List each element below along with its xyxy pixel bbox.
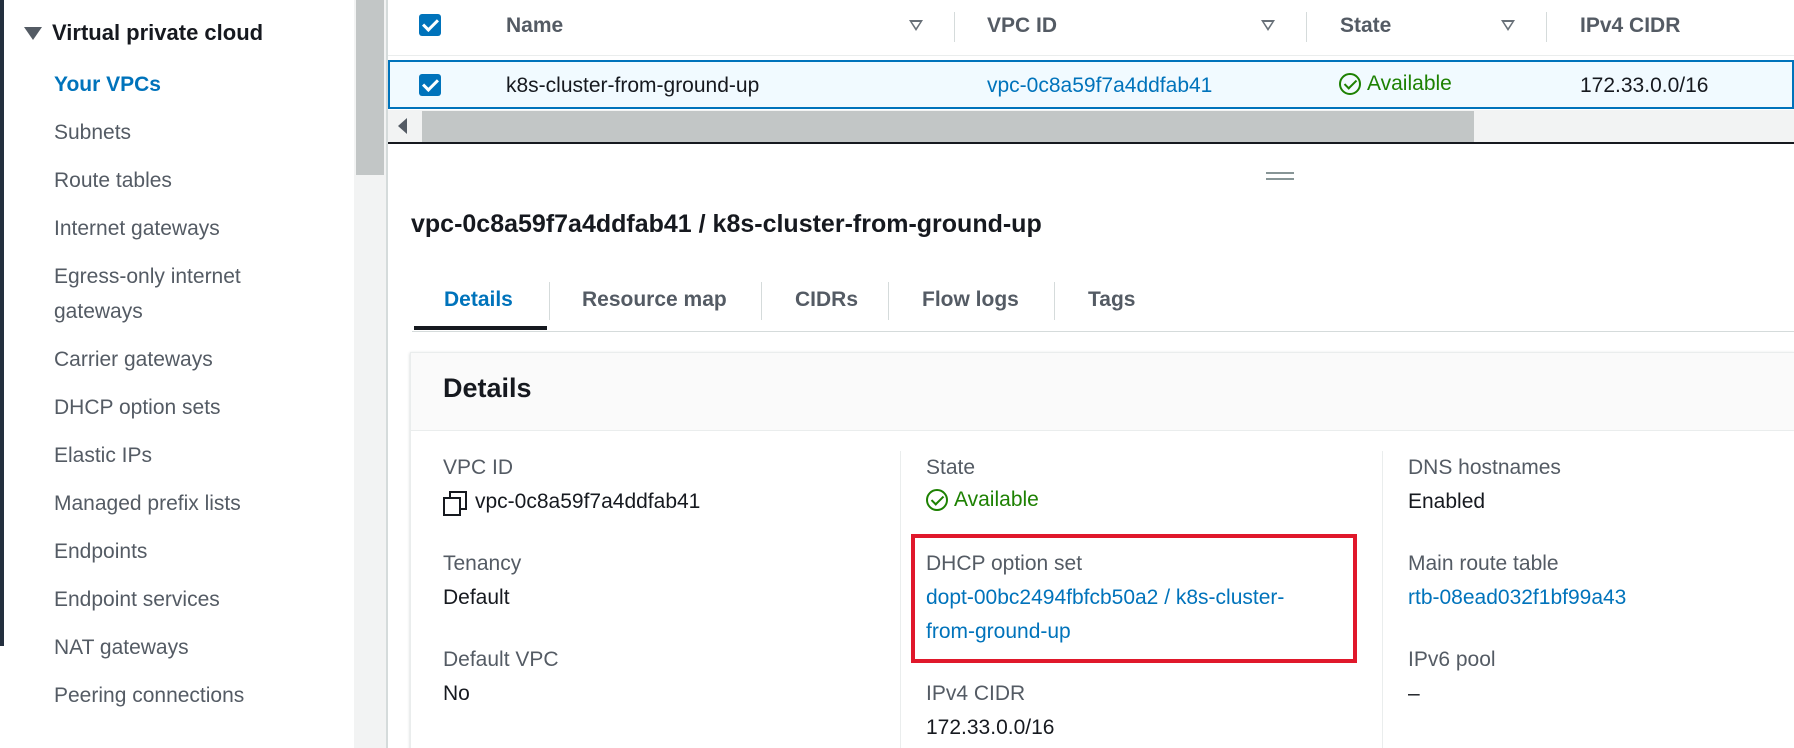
sidebar: Virtual private cloud Your VPCs Subnets …	[4, 0, 354, 748]
sidebar-item-egress-only-internet-gateways[interactable]: Egress-only internet gateways	[54, 259, 294, 329]
sidebar-item-subnets[interactable]: Subnets	[54, 115, 294, 150]
row-state: Available	[1339, 72, 1452, 96]
ipv4-cidr-label: IPv4 CIDR	[926, 682, 1026, 705]
details-panel-title: Details	[443, 373, 532, 403]
caret-down-icon[interactable]	[24, 26, 42, 40]
tab-separator	[549, 282, 550, 320]
row-vpc-id-link[interactable]: vpc-0c8a59f7a4ddfab41	[987, 74, 1212, 98]
tenancy-label: Tenancy	[443, 552, 522, 575]
main-route-table-link[interactable]: rtb-08ead032f1bf99a43	[1408, 586, 1626, 610]
default-vpc-label: Default VPC	[443, 648, 559, 671]
tab-separator	[1054, 282, 1055, 320]
ipv4-cidr-value: 172.33.0.0/16	[926, 716, 1055, 739]
tab-cidrs[interactable]: CIDRs	[795, 288, 858, 312]
sidebar-item-nat-gateways[interactable]: NAT gateways	[54, 630, 294, 665]
table-header: Name VPC ID State IPv4 CIDR	[388, 0, 1794, 56]
sidebar-item-route-tables[interactable]: Route tables	[54, 163, 294, 198]
column-separator[interactable]	[1546, 12, 1547, 42]
sidebar-scrollbar-thumb[interactable]	[356, 0, 384, 175]
ipv6-pool-label: IPv6 pool	[1408, 648, 1496, 671]
table-row[interactable]: k8s-cluster-from-ground-up vpc-0c8a59f7a…	[388, 60, 1794, 109]
tab-separator	[761, 282, 762, 320]
status-available-icon	[926, 489, 948, 511]
column-header-ipv4-cidr[interactable]: IPv4 CIDR	[1580, 14, 1680, 38]
sidebar-item-elastic-ips[interactable]: Elastic IPs	[54, 438, 294, 473]
column-separator[interactable]	[954, 12, 955, 42]
page-title: vpc-0c8a59f7a4ddfab41 / k8s-cluster-from…	[411, 210, 1042, 238]
sidebar-item-peering-connections[interactable]: Peering connections	[54, 678, 294, 713]
select-all-checkbox[interactable]	[419, 14, 441, 36]
table-horizontal-scrollbar[interactable]	[388, 110, 1794, 144]
sidebar-item-your-vpcs[interactable]: Your VPCs	[54, 67, 294, 102]
state-label: State	[926, 456, 976, 479]
column-header-state[interactable]: State	[1340, 14, 1391, 38]
tab-details[interactable]: Details	[444, 288, 513, 312]
main-route-table-label: Main route table	[1408, 552, 1559, 575]
tenancy-value: Default	[443, 586, 510, 609]
state-value: Available	[926, 488, 1039, 512]
vpc-id-text: vpc-0c8a59f7a4ddfab41	[475, 490, 701, 513]
tab-tags[interactable]: Tags	[1088, 288, 1135, 312]
column-divider	[900, 451, 901, 748]
vpc-id-label: VPC ID	[443, 456, 514, 479]
column-divider	[1382, 451, 1383, 748]
sidebar-item-dhcp-option-sets[interactable]: DHCP option sets	[54, 390, 294, 425]
column-separator[interactable]	[1306, 12, 1307, 42]
ipv6-pool-value: –	[1408, 682, 1420, 705]
sidebar-nav: Your VPCs Subnets Route tables Internet …	[54, 67, 294, 726]
tab-flow-logs[interactable]: Flow logs	[922, 288, 1019, 312]
vpc-id-value: vpc-0c8a59f7a4ddfab41	[443, 490, 701, 517]
row-ipv4-cidr: 172.33.0.0/16	[1580, 74, 1709, 97]
column-header-name[interactable]: Name	[506, 14, 563, 38]
sidebar-scrollbar[interactable]	[354, 0, 386, 748]
details-panel-header: Details	[411, 353, 1794, 431]
row-state-label: Available	[1367, 72, 1452, 95]
table-scrollbar-thumb[interactable]	[422, 111, 1474, 142]
sort-vpc-id-icon[interactable]	[1261, 20, 1275, 31]
sidebar-item-endpoints[interactable]: Endpoints	[54, 534, 294, 569]
tab-separator	[888, 282, 889, 320]
default-vpc-value: No	[443, 682, 470, 705]
active-tab-indicator	[414, 326, 547, 330]
sidebar-item-carrier-gateways[interactable]: Carrier gateways	[54, 342, 294, 377]
state-value-text: Available	[954, 488, 1039, 511]
sort-name-icon[interactable]	[909, 20, 923, 31]
row-name: k8s-cluster-from-ground-up	[506, 74, 760, 97]
dns-hostnames-label: DNS hostnames	[1408, 456, 1561, 479]
dns-hostnames-value: Enabled	[1408, 490, 1486, 513]
column-header-vpc-id[interactable]: VPC ID	[987, 14, 1057, 38]
details-tabs: Details Resource map CIDRs Flow logs Tag…	[412, 280, 1794, 332]
sidebar-section-title[interactable]: Virtual private cloud	[52, 20, 263, 46]
highlight-box	[911, 534, 1357, 663]
sidebar-item-endpoint-services[interactable]: Endpoint services	[54, 582, 294, 617]
status-available-icon	[1339, 73, 1361, 95]
row-checkbox[interactable]	[419, 74, 441, 96]
sidebar-item-managed-prefix-lists[interactable]: Managed prefix lists	[54, 486, 294, 521]
copy-icon[interactable]	[443, 491, 467, 517]
sort-state-icon[interactable]	[1501, 20, 1515, 31]
scroll-left-arrow-icon[interactable]	[398, 118, 407, 134]
sidebar-section-header[interactable]: Virtual private cloud	[24, 20, 263, 46]
split-panel-drag-handle[interactable]	[1266, 172, 1294, 180]
sidebar-item-internet-gateways[interactable]: Internet gateways	[54, 211, 294, 246]
tab-resource-map[interactable]: Resource map	[582, 288, 727, 312]
